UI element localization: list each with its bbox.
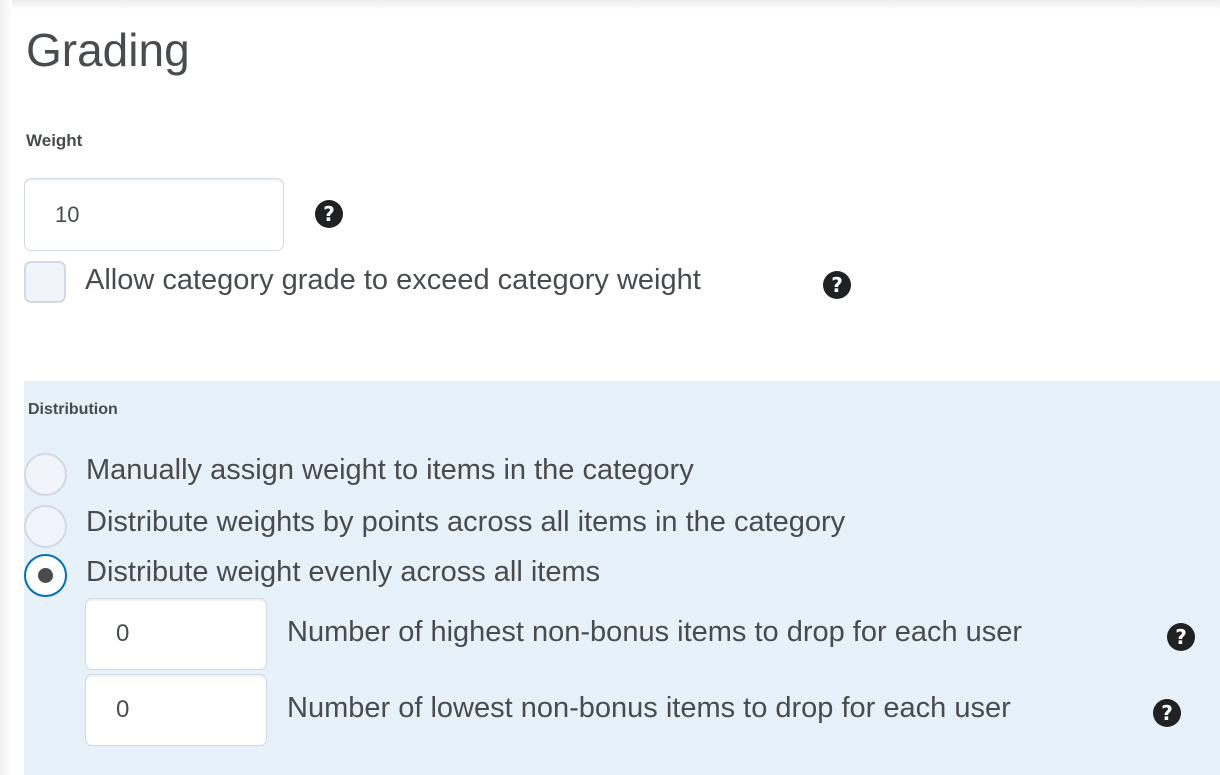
radio-manual-weight-label[interactable]: Manually assign weight to items in the c… — [86, 454, 694, 487]
radio-manual-weight[interactable] — [24, 453, 67, 496]
radio-selected-dot — [38, 568, 53, 583]
allow-exceed-checkbox[interactable] — [24, 261, 66, 303]
distribution-label: Distribution — [28, 401, 118, 418]
drop-highest-input[interactable] — [85, 598, 267, 670]
question-circle-icon[interactable]: ? — [315, 200, 343, 228]
page-title: Grading — [26, 24, 190, 76]
weight-label: Weight — [26, 131, 83, 150]
question-circle-icon[interactable]: ? — [1153, 699, 1181, 727]
question-circle-icon[interactable]: ? — [823, 271, 851, 299]
top-edge-shadow — [0, 0, 1220, 10]
drop-highest-label: Number of highest non-bonus items to dro… — [287, 616, 1023, 648]
drop-lowest-label: Number of lowest non-bonus items to drop… — [287, 692, 1011, 724]
radio-weight-evenly[interactable] — [24, 554, 67, 597]
weight-input[interactable] — [24, 178, 284, 251]
left-edge-shadow — [0, 0, 12, 775]
radio-weight-by-points[interactable] — [24, 505, 67, 548]
drop-lowest-input[interactable] — [85, 674, 267, 746]
radio-weight-by-points-label[interactable]: Distribute weights by points across all … — [86, 506, 845, 539]
question-circle-icon[interactable]: ? — [1167, 623, 1195, 651]
allow-exceed-label[interactable]: Allow category grade to exceed category … — [85, 264, 701, 297]
radio-weight-evenly-label[interactable]: Distribute weight evenly across all item… — [86, 556, 600, 589]
